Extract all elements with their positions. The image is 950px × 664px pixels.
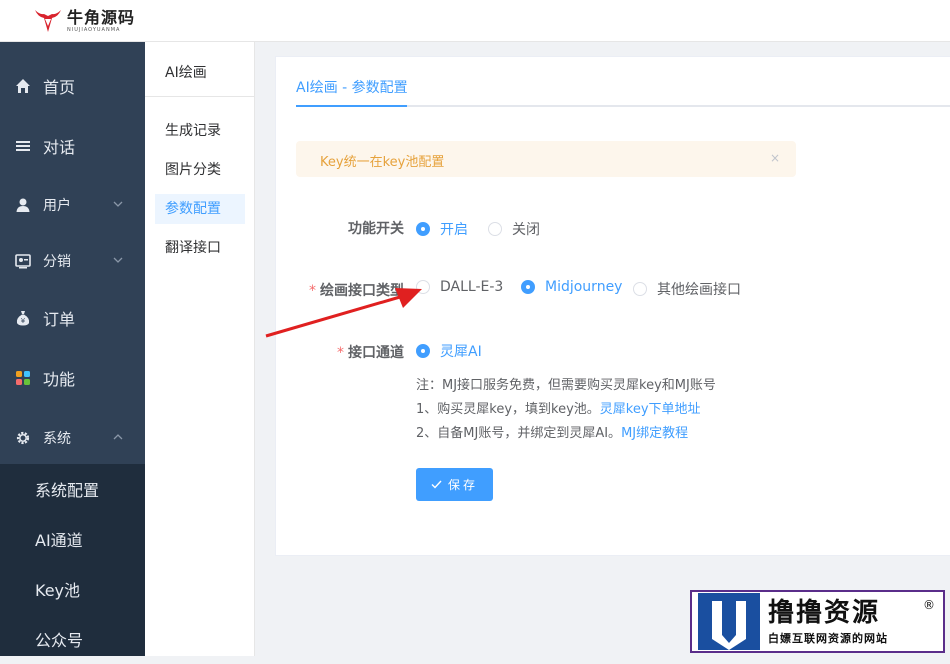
key-order-link[interactable]: 灵犀key下单地址 — [600, 402, 701, 417]
sidebar-item-label: 对话 — [43, 138, 76, 157]
radio-label: 开启 — [440, 222, 468, 238]
warning-alert: Key统一在key池配置 × — [296, 141, 796, 177]
save-button-label: 保存 — [447, 478, 478, 492]
sidebar-item-label: 系统 — [43, 431, 71, 447]
radio-label: 灵犀AI — [440, 344, 482, 360]
sidebar-item-orders[interactable]: ¥ 订单 — [0, 288, 145, 348]
sidebar-item-label: 用户 — [43, 198, 71, 214]
distribution-icon — [14, 252, 32, 270]
radio-dot — [416, 344, 430, 358]
brand-logo[interactable]: 牛角源码 NIUJIAOYUANMA — [33, 6, 135, 36]
top-bar: 牛角源码 NIUJIAOYUANMA — [0, 0, 950, 42]
grid-icon — [14, 369, 32, 387]
sidebar-item-distribution[interactable]: 分销 — [0, 231, 145, 291]
mj-bind-tutorial-link[interactable]: MJ绑定教程 — [621, 426, 688, 441]
alert-text: Key统一在key池配置 — [320, 155, 445, 170]
submenu-item-official-account[interactable]: 公众号 — [0, 614, 145, 664]
close-icon[interactable]: × — [770, 151, 780, 165]
save-button[interactable]: 保存 — [416, 468, 493, 501]
money-bag-icon: ¥ — [14, 309, 32, 327]
tab-bar: AI绘画 - 参数配置 — [296, 57, 950, 107]
radio-dot — [633, 282, 647, 296]
subnav-item-settings[interactable]: 参数配置 — [155, 194, 245, 224]
check-icon — [431, 480, 442, 489]
annotation-arrow — [265, 288, 422, 338]
form-label-channel: * 接口通道 — [337, 345, 404, 361]
sidebar-item-label: 首页 — [43, 78, 76, 97]
watermark-title: 撸撸资源 — [768, 597, 881, 628]
radio-switch-on[interactable]: 开启 — [416, 219, 468, 239]
sidebar-item-users[interactable]: 用户 — [0, 175, 145, 235]
brand-name: 牛角源码 — [67, 7, 136, 27]
watermark-subtitle: 白嫖互联网资源的网站 — [768, 631, 888, 645]
radio-switch-off[interactable]: 关闭 — [488, 219, 540, 239]
watermark-logo-icon — [698, 593, 760, 650]
sidebar-item-label: 订单 — [43, 310, 76, 329]
sidebar-item-label: 功能 — [43, 370, 76, 389]
secondary-nav-title: AI绘画 — [165, 65, 207, 81]
radio-label: DALL-E-3 — [440, 279, 504, 295]
tab-settings[interactable]: AI绘画 - 参数配置 — [296, 57, 410, 107]
sidebar-item-chat[interactable]: 对话 — [0, 116, 145, 176]
radio-label: 其他绘画接口 — [657, 282, 741, 298]
brand-tagline: NIUJIAOYUANMA — [67, 26, 121, 33]
gear-icon — [14, 429, 32, 447]
radio-dot — [488, 222, 502, 236]
divider — [145, 96, 255, 97]
form-label-switch: 功能开关 — [348, 221, 404, 237]
bull-logo-icon — [35, 10, 61, 32]
chevron-down-icon — [113, 257, 123, 263]
note-line-1: 注：MJ接口服务免费，但需要购买灵犀key和MJ账号 — [416, 378, 716, 393]
sidebar-item-label: 分销 — [43, 254, 71, 270]
submenu-item-key-pool[interactable]: Key池 — [0, 564, 145, 614]
sidebar-item-home[interactable]: 首页 — [0, 56, 145, 116]
sidebar: 首页 对话 用户 分销 ¥ 订单 功能 系统 系统配置 AI通道 Key池 公众… — [0, 42, 145, 656]
submenu-item-system-config[interactable]: 系统配置 — [0, 464, 145, 514]
radio-api-midjourney[interactable]: Midjourney — [521, 279, 622, 295]
tab-active-indicator — [296, 105, 407, 107]
chevron-up-icon — [113, 434, 123, 440]
radio-api-other[interactable]: 其他绘画接口 — [633, 279, 741, 299]
sidebar-item-features[interactable]: 功能 — [0, 348, 145, 408]
submenu-item-ai-channel[interactable]: AI通道 — [0, 514, 145, 564]
svg-text:¥: ¥ — [21, 317, 26, 325]
registered-mark: ® — [923, 598, 935, 612]
watermark-badge: 撸撸资源 白嫖互联网资源的网站 ® — [690, 590, 945, 653]
user-icon — [14, 196, 32, 214]
system-submenu: 系统配置 AI通道 Key池 公众号 — [0, 464, 145, 656]
radio-label: 关闭 — [512, 222, 540, 238]
home-icon — [14, 77, 32, 95]
radio-label: Midjourney — [545, 279, 623, 295]
radio-dot — [416, 222, 430, 236]
sidebar-item-system[interactable]: 系统 — [0, 408, 145, 468]
subnav-item-history[interactable]: 生成记录 — [155, 116, 245, 146]
note-line-3: 2、自备MJ账号，并绑定到灵犀AI。MJ绑定教程 — [416, 426, 689, 441]
radio-dot — [521, 280, 535, 294]
list-icon — [14, 137, 32, 155]
note-line-2: 1、购买灵犀key，填到key池。灵犀key下单地址 — [416, 402, 701, 417]
subnav-item-translate-api[interactable]: 翻译接口 — [155, 233, 245, 263]
secondary-nav: AI绘画 生成记录 图片分类 参数配置 翻译接口 — [145, 42, 255, 656]
chevron-down-icon — [113, 201, 123, 207]
subnav-item-categories[interactable]: 图片分类 — [155, 155, 245, 185]
